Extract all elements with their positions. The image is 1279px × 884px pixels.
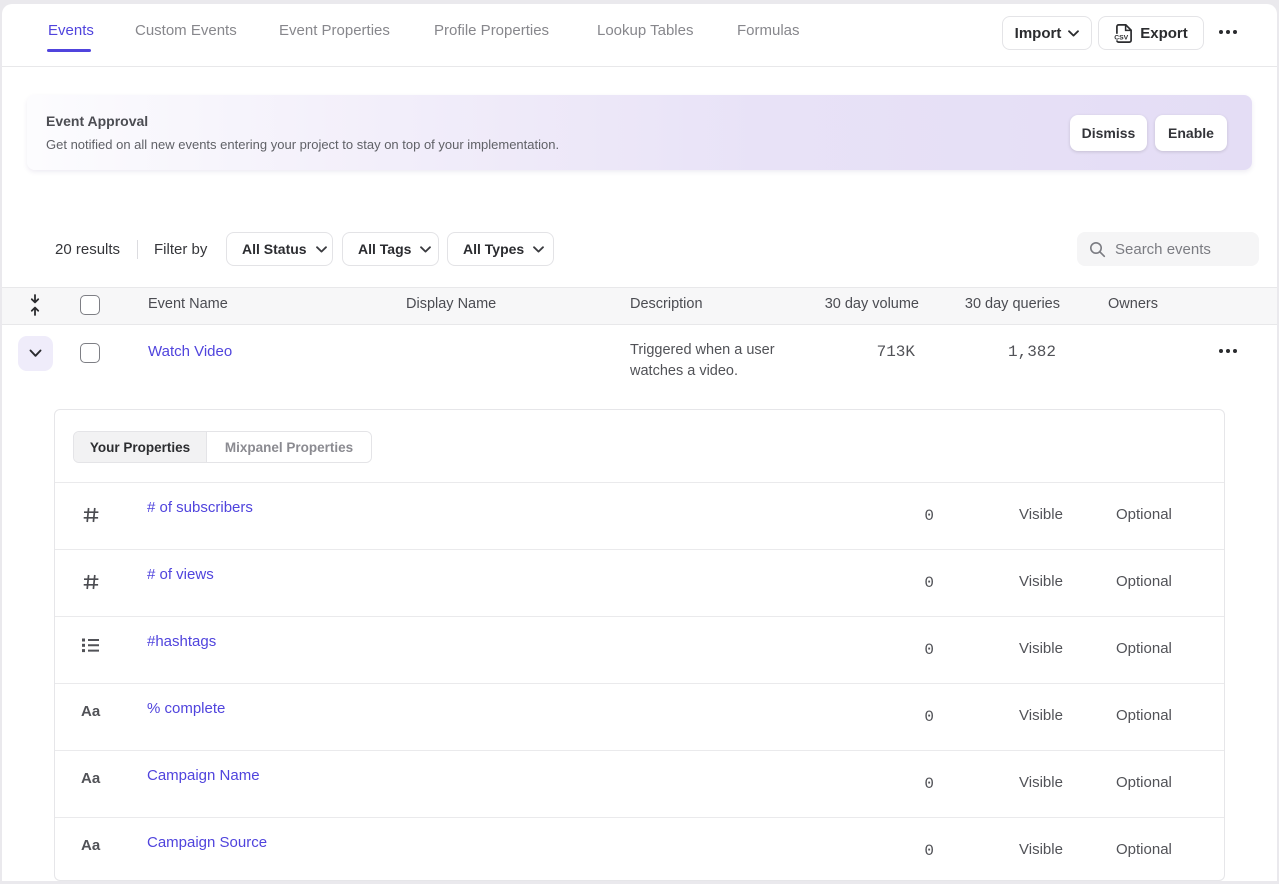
svg-text:CSV: CSV (1114, 34, 1128, 41)
